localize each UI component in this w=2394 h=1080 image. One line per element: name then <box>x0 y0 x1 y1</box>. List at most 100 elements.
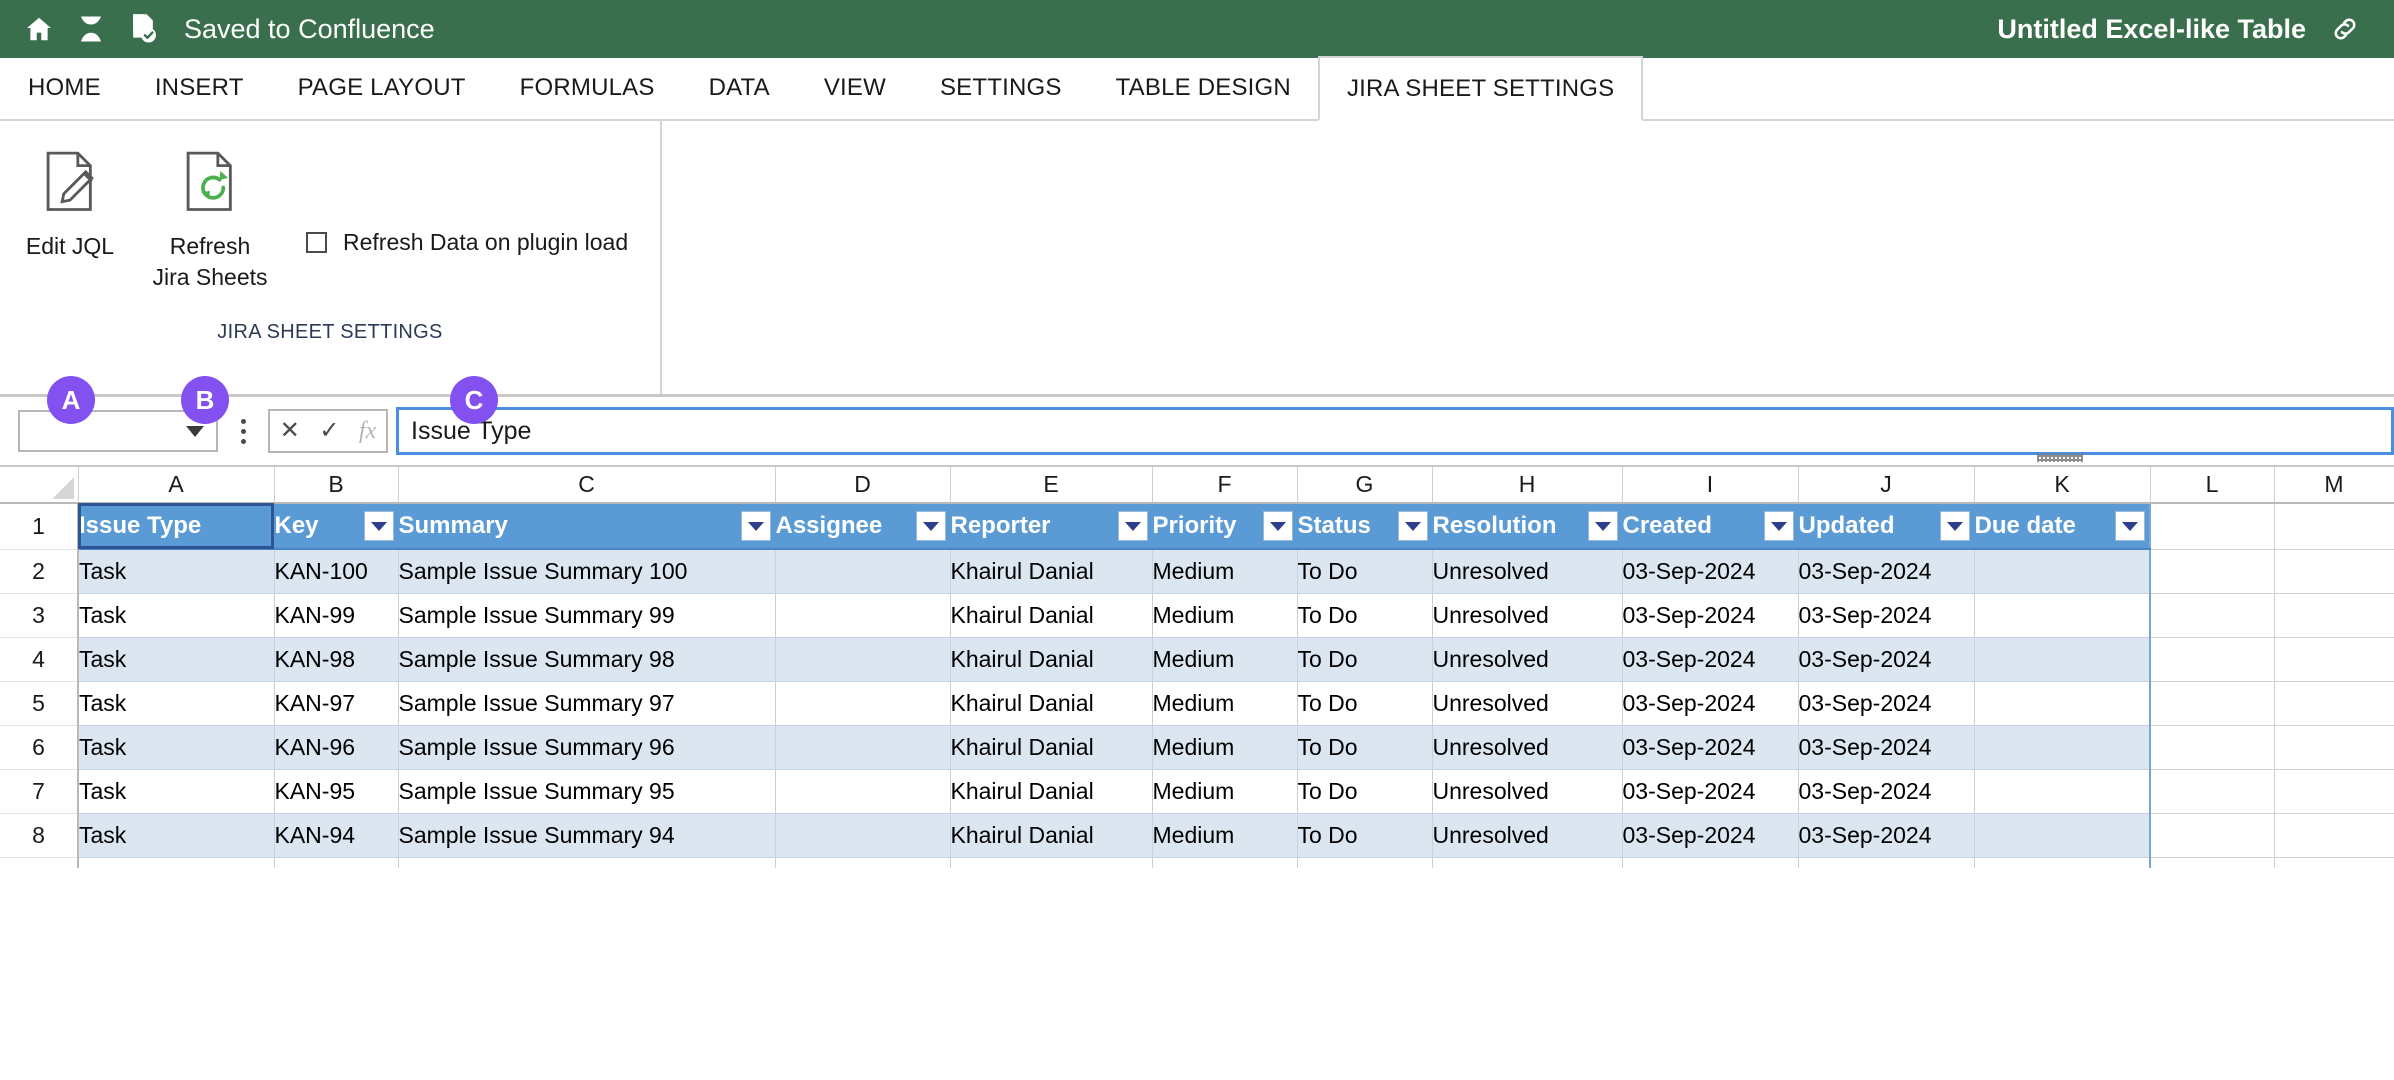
cell-I6[interactable]: 03-Sep-2024 <box>1622 725 1799 770</box>
table-header-cell-B1[interactable]: Key <box>274 503 399 550</box>
cell-H4[interactable]: Unresolved <box>1432 637 1623 682</box>
cell-J3[interactable]: 03-Sep-2024 <box>1798 593 1975 638</box>
cell-M2[interactable] <box>2274 549 2394 594</box>
cell-A5[interactable]: Task <box>78 681 275 726</box>
filter-dropdown-icon-K[interactable] <box>2115 511 2145 541</box>
cell-K8[interactable] <box>1974 813 2151 858</box>
cell-K5[interactable] <box>1974 681 2151 726</box>
cell-M5[interactable] <box>2274 681 2394 726</box>
tab-page-layout[interactable]: PAGE LAYOUT <box>271 56 493 119</box>
column-header-m[interactable]: M <box>2274 467 2394 504</box>
table-header-cell-G1[interactable]: Status <box>1297 503 1433 550</box>
tab-formulas[interactable]: FORMULAS <box>493 56 682 119</box>
refresh-jira-sheets-button[interactable]: Refresh Jira Sheets <box>140 143 280 291</box>
cell-H7[interactable]: Unresolved <box>1432 769 1623 814</box>
cell-G2[interactable]: To Do <box>1297 549 1433 594</box>
filter-dropdown-icon-C[interactable] <box>740 511 771 541</box>
filter-dropdown-icon-I[interactable] <box>1763 511 1794 541</box>
column-header-l[interactable]: L <box>2150 467 2275 504</box>
cell-L4[interactable] <box>2150 637 2275 682</box>
edit-jql-button[interactable]: Edit JQL <box>0 143 140 260</box>
column-header-g[interactable]: G <box>1297 467 1433 504</box>
cell-D8[interactable] <box>775 813 951 858</box>
cell-A4[interactable]: Task <box>78 637 275 682</box>
cell-L3[interactable] <box>2150 593 2275 638</box>
cell-B6[interactable]: KAN-96 <box>274 725 399 770</box>
table-header-cell-D1[interactable]: Assignee <box>775 503 951 550</box>
formula-bar-resize-grip[interactable] <box>2037 453 2083 462</box>
cell-J9[interactable]: 03-Sep-2024 <box>1798 857 1975 868</box>
select-all-corner[interactable] <box>0 467 79 504</box>
cell-C7[interactable]: Sample Issue Summary 95 <box>398 769 776 814</box>
cell-J5[interactable]: 03-Sep-2024 <box>1798 681 1975 726</box>
insert-function-icon[interactable]: fx <box>359 419 376 443</box>
cell-C2[interactable]: Sample Issue Summary 100 <box>398 549 776 594</box>
table-header-cell-I1[interactable]: Created <box>1622 503 1799 550</box>
cell-L8[interactable] <box>2150 813 2275 858</box>
cell-E5[interactable]: Khairul Danial <box>950 681 1153 726</box>
more-options-icon[interactable] <box>226 410 260 452</box>
checkbox-box-icon[interactable] <box>306 232 327 253</box>
filter-dropdown-icon-B[interactable] <box>363 511 394 541</box>
cell-A3[interactable]: Task <box>78 593 275 638</box>
row-header-3[interactable]: 3 <box>0 593 79 638</box>
table-header-cell-J1[interactable]: Updated <box>1798 503 1975 550</box>
cell-C9[interactable]: Sample Issue Summary 93 <box>398 857 776 868</box>
cell-M4[interactable] <box>2274 637 2394 682</box>
cell-M7[interactable] <box>2274 769 2394 814</box>
cell-B3[interactable]: KAN-99 <box>274 593 399 638</box>
cell-B8[interactable]: KAN-94 <box>274 813 399 858</box>
document-title[interactable]: Untitled Excel-like Table <box>1997 14 2306 45</box>
cell-E7[interactable]: Khairul Danial <box>950 769 1153 814</box>
column-header-f[interactable]: F <box>1152 467 1298 504</box>
cell-M9[interactable] <box>2274 857 2394 868</box>
cell-I2[interactable]: 03-Sep-2024 <box>1622 549 1799 594</box>
cell-D7[interactable] <box>775 769 951 814</box>
table-header-cell-C1[interactable]: Summary <box>398 503 776 550</box>
cell-H5[interactable]: Unresolved <box>1432 681 1623 726</box>
column-header-i[interactable]: I <box>1622 467 1799 504</box>
cell-C6[interactable]: Sample Issue Summary 96 <box>398 725 776 770</box>
cell-A7[interactable]: Task <box>78 769 275 814</box>
row-header-7[interactable]: 7 <box>0 769 79 814</box>
filter-dropdown-icon-H[interactable] <box>1587 511 1618 541</box>
cell-G8[interactable]: To Do <box>1297 813 1433 858</box>
cell-G4[interactable]: To Do <box>1297 637 1433 682</box>
column-header-h[interactable]: H <box>1432 467 1623 504</box>
cell-M3[interactable] <box>2274 593 2394 638</box>
column-header-d[interactable]: D <box>775 467 951 504</box>
cell-H8[interactable]: Unresolved <box>1432 813 1623 858</box>
cell-D2[interactable] <box>775 549 951 594</box>
tab-settings[interactable]: SETTINGS <box>913 56 1089 119</box>
filter-dropdown-icon-J[interactable] <box>1939 511 1970 541</box>
cell-I9[interactable]: 03-Sep-2024 <box>1622 857 1799 868</box>
column-header-c[interactable]: C <box>398 467 776 504</box>
cell-F4[interactable]: Medium <box>1152 637 1298 682</box>
row-header-1[interactable]: 1 <box>0 503 79 550</box>
tab-table-design[interactable]: TABLE DESIGN <box>1089 56 1318 119</box>
cell-D5[interactable] <box>775 681 951 726</box>
formula-input[interactable]: Issue Type <box>396 407 2394 455</box>
table-header-cell-K1[interactable]: Due date <box>1974 503 2151 550</box>
cell-F7[interactable]: Medium <box>1152 769 1298 814</box>
cell-L9[interactable] <box>2150 857 2275 868</box>
cell-K4[interactable] <box>1974 637 2151 682</box>
row-header-8[interactable]: 8 <box>0 813 79 858</box>
tab-view[interactable]: VIEW <box>797 56 913 119</box>
cell-C8[interactable]: Sample Issue Summary 94 <box>398 813 776 858</box>
home-icon[interactable] <box>24 14 54 44</box>
row-header-4[interactable]: 4 <box>0 637 79 682</box>
tab-insert[interactable]: INSERT <box>128 56 271 119</box>
row-header-6[interactable]: 6 <box>0 725 79 770</box>
column-header-j[interactable]: J <box>1798 467 1975 504</box>
refresh-on-plugin-load-checkbox[interactable]: Refresh Data on plugin load <box>306 229 628 256</box>
cell-L1[interactable] <box>2150 503 2275 550</box>
cell-H9[interactable]: Unresolved <box>1432 857 1623 868</box>
cell-G7[interactable]: To Do <box>1297 769 1433 814</box>
table-header-cell-E1[interactable]: Reporter <box>950 503 1153 550</box>
cell-L6[interactable] <box>2150 725 2275 770</box>
filter-dropdown-icon-D[interactable] <box>915 511 946 541</box>
cell-H6[interactable]: Unresolved <box>1432 725 1623 770</box>
row-header-5[interactable]: 5 <box>0 681 79 726</box>
cell-H2[interactable]: Unresolved <box>1432 549 1623 594</box>
